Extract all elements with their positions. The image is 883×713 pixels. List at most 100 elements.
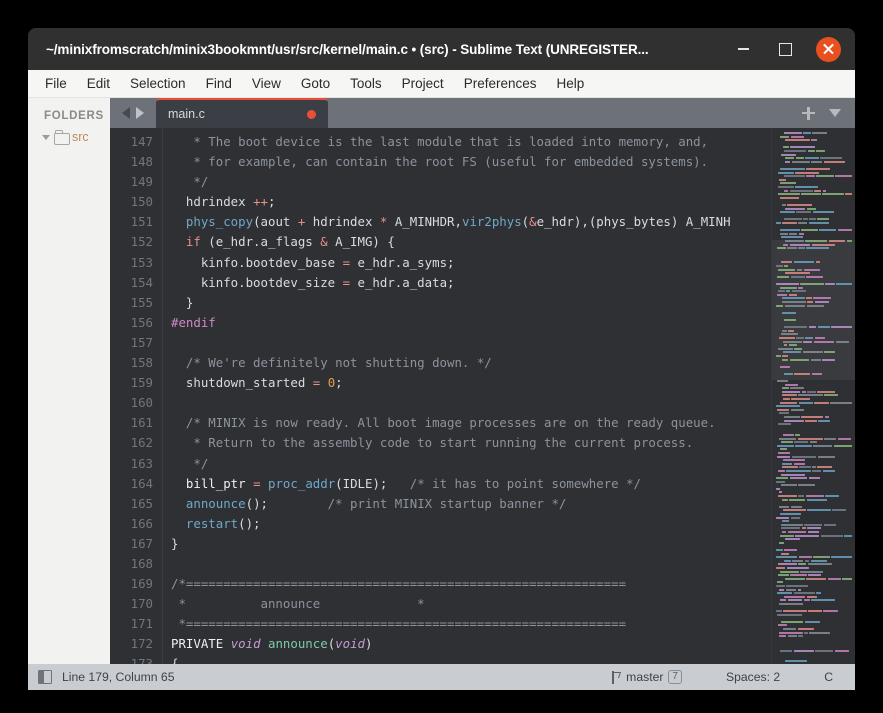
minimap-line — [776, 344, 852, 347]
minimap-line — [776, 466, 852, 469]
code-line: /* MINIX is now ready. All boot image pr… — [171, 415, 716, 431]
menu-item-goto[interactable]: Goto — [292, 73, 339, 94]
minimap-line — [776, 214, 852, 217]
minimap-line — [776, 581, 852, 584]
minimap-line — [776, 275, 852, 278]
line-number: 165 — [130, 495, 153, 511]
minimap-line — [776, 401, 853, 404]
code-line: if (e_hdr.a_flags & A_IMG) { — [185, 234, 395, 250]
code-editor-viewport[interactable]: * The boot device is the last module tha… — [162, 128, 771, 664]
minimap-line — [776, 157, 852, 160]
minimap-line — [776, 559, 852, 562]
minimap-line — [776, 268, 852, 271]
minimap-line — [776, 196, 852, 199]
minimap-line — [776, 444, 852, 447]
minimap-line — [776, 175, 852, 178]
minimap-line — [776, 416, 852, 419]
minimap-line — [776, 480, 852, 483]
code-line: restart(); — [185, 515, 261, 531]
new-tab-icon[interactable] — [802, 106, 815, 120]
chevron-right-icon[interactable] — [136, 107, 144, 119]
chevron-left-icon[interactable] — [122, 107, 130, 119]
minimap-line — [776, 390, 852, 393]
tab-main-c[interactable]: main.c — [156, 98, 328, 128]
minimap-line — [776, 146, 852, 149]
code-line: shutdown_started = 0; — [171, 375, 343, 391]
minimap-line — [776, 279, 852, 282]
code-line: * for example, can contain the root FS (… — [171, 154, 709, 170]
menu-item-view[interactable]: View — [243, 73, 290, 94]
close-button-icon[interactable] — [816, 36, 841, 62]
indentation-item[interactable]: Spaces: 2 — [704, 670, 802, 684]
minimize-button-icon[interactable] — [732, 38, 754, 60]
line-number: 173 — [130, 656, 153, 664]
minimap-line — [776, 656, 852, 659]
minimap-line — [776, 592, 852, 595]
line-number: 161 — [130, 415, 153, 431]
minimap-line — [776, 469, 852, 472]
minimap-line — [776, 653, 852, 656]
unsaved-changes-dot-icon[interactable] — [307, 109, 316, 119]
line-number-gutter: 147 148 149 150 151 152 153 154 155 156 … — [110, 128, 162, 664]
minimap-line — [776, 541, 852, 544]
minimap-line — [776, 602, 852, 605]
minimap-line — [776, 613, 852, 616]
minimap-line — [776, 261, 852, 264]
minimap-line — [776, 484, 852, 487]
minimap-line — [776, 369, 852, 372]
menu-item-edit[interactable]: Edit — [78, 73, 119, 94]
minimap-line — [776, 513, 852, 516]
line-number: 170 — [130, 596, 153, 612]
chevron-down-icon[interactable] — [829, 109, 841, 117]
minimap-line — [776, 516, 852, 519]
minimap-line — [776, 229, 852, 232]
minimap-line — [776, 383, 852, 386]
line-number: 148 — [130, 154, 153, 170]
minimap-line — [776, 660, 852, 663]
sidebar-item-src[interactable]: src — [28, 128, 110, 146]
line-number: 152 — [130, 234, 153, 250]
menu-item-selection[interactable]: Selection — [121, 73, 195, 94]
minimap-line — [776, 419, 852, 422]
menu-item-project[interactable]: Project — [393, 73, 453, 94]
minimap[interactable] — [771, 128, 855, 664]
minimap-line — [776, 218, 852, 221]
minimap-line — [776, 290, 852, 293]
git-branch-item[interactable]: master 7 — [589, 670, 704, 684]
minimap-line — [776, 153, 852, 156]
chevron-down-icon[interactable] — [42, 134, 50, 140]
menu-item-file[interactable]: File — [36, 73, 76, 94]
status-bar: Line 179, Column 65 master 7 Spaces: 2 C — [28, 664, 855, 690]
source-code[interactable]: * The boot device is the last module tha… — [163, 132, 771, 664]
minimap-line — [776, 376, 852, 379]
minimap-line — [776, 322, 852, 325]
minimap-line — [776, 473, 852, 476]
minimap-line — [776, 336, 852, 339]
minimap-line — [776, 631, 852, 634]
code-line: kinfo.bootdev_size = e_hdr.a_data; — [171, 274, 455, 290]
minimap-line — [776, 347, 852, 350]
git-change-count-badge: 7 — [668, 670, 682, 684]
minimap-line — [776, 239, 852, 242]
minimap-line — [776, 203, 852, 206]
minimap-line — [776, 247, 852, 250]
minimap-line — [776, 186, 852, 189]
minimap-line — [776, 394, 852, 397]
minimap-line — [776, 556, 853, 559]
maximize-button-icon[interactable] — [774, 38, 796, 60]
minimap-line — [776, 405, 852, 408]
menu-item-preferences[interactable]: Preferences — [455, 73, 546, 94]
line-number: 162 — [130, 435, 153, 451]
menu-item-find[interactable]: Find — [197, 73, 241, 94]
syntax-mode-item[interactable]: C — [802, 670, 855, 684]
line-number: 163 — [130, 455, 153, 471]
minimap-line — [776, 649, 852, 652]
sidebar-toggle-icon[interactable] — [38, 670, 52, 684]
minimap-line — [776, 595, 852, 598]
code-line: * Return to the assembly code to start r… — [171, 435, 694, 451]
minimap-line — [776, 566, 852, 569]
menu-item-help[interactable]: Help — [548, 73, 594, 94]
menu-item-tools[interactable]: Tools — [341, 73, 391, 94]
